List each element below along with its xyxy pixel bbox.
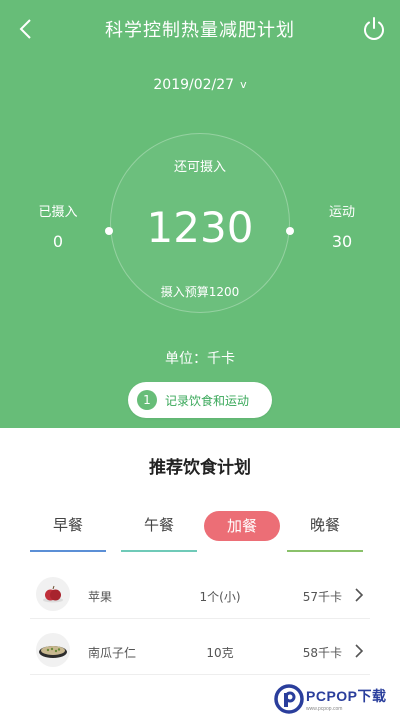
watermark-sub: www.pcpop.com	[306, 706, 343, 712]
watermark-text: PCPOP下载 www.pcpop.com	[306, 686, 387, 712]
header-hero: 科学控制热量减肥计划 2019/02/27 v 还可摄入 1230 摄入预算120…	[0, 0, 400, 428]
record-diet-exercise-button[interactable]: 1 记录饮食和运动	[128, 382, 272, 418]
tab-label: 晚餐	[309, 516, 340, 534]
pcpop-logo-icon	[274, 684, 304, 714]
tab-dinner[interactable]: 晚餐	[287, 508, 363, 552]
exercise-label: 运动	[328, 205, 355, 220]
watermark: PCPOP下载 www.pcpop.com	[274, 682, 387, 716]
remain-value: 1230	[146, 203, 254, 252]
exercise-stat: 运动 30	[302, 201, 382, 251]
tab-breakfast[interactable]: 早餐	[30, 508, 106, 552]
intake-label: 已摄入	[38, 205, 78, 220]
power-button[interactable]	[360, 15, 388, 43]
page-title: 科学控制热量减肥计划	[105, 20, 295, 41]
intake-stat: 已摄入 0	[18, 201, 98, 251]
budget-label: 摄入预算1200	[160, 285, 240, 299]
tab-underline	[121, 550, 197, 552]
food-name: 南瓜子仁	[88, 646, 137, 660]
chevron-down-icon: v	[240, 78, 247, 91]
tab-underline	[287, 550, 363, 552]
date-selector[interactable]: 2019/02/27 v	[0, 77, 400, 93]
back-button[interactable]	[10, 14, 40, 44]
food-calories: 57千卡	[302, 590, 342, 604]
date-value: 2019/02/27	[153, 77, 235, 93]
unit-label: 单位：千卡	[165, 351, 235, 367]
list-item[interactable]: 南瓜子仁 10克 58千卡	[30, 629, 370, 675]
exercise-value: 30	[331, 232, 353, 251]
tab-lunch[interactable]: 午餐	[121, 508, 197, 552]
power-icon	[364, 17, 384, 40]
list-item[interactable]: 苹果 1个(小) 57千卡	[30, 573, 370, 619]
tab-label: 午餐	[143, 516, 174, 534]
tab-underline	[30, 550, 106, 552]
watermark-main: PCPOP下载	[306, 688, 387, 704]
food-quantity: 10克	[206, 646, 234, 660]
food-name: 苹果	[88, 590, 113, 604]
remain-label: 还可摄入	[173, 160, 226, 175]
food-list: 苹果 1个(小) 57千卡 南瓜子仁 10克 58千卡	[30, 573, 370, 675]
record-label: 记录饮食和运动	[165, 393, 250, 408]
meal-tabs: 早餐 午餐 加餐 晚餐	[30, 508, 370, 552]
top-bar: 科学控制热量减肥计划	[0, 0, 400, 58]
intake-value: 0	[52, 232, 64, 251]
tab-label: 加餐	[226, 517, 257, 535]
pumpkin-seed-image	[36, 633, 70, 667]
food-calories: 58千卡	[302, 646, 342, 660]
step-badge: 1	[137, 390, 157, 410]
food-quantity: 1个(小)	[199, 590, 241, 604]
chevron-right-icon	[355, 588, 364, 602]
section-title: 推荐饮食计划	[149, 458, 251, 478]
chevron-right-icon	[355, 644, 364, 658]
tab-label: 早餐	[52, 516, 83, 534]
tab-snack[interactable]: 加餐	[204, 508, 280, 552]
chevron-left-icon	[19, 19, 31, 39]
apple-image	[36, 577, 70, 611]
